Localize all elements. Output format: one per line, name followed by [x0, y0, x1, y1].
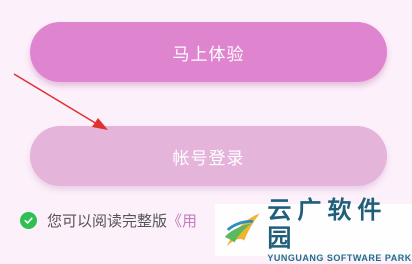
- watermark-logo-icon: [224, 213, 260, 247]
- agreement-text: 您可以阅读完整版: [47, 212, 168, 230]
- account-login-label: 帐号登录: [172, 148, 245, 169]
- watermark-english: YUNGUANG SOFTWARE PARK: [267, 253, 412, 263]
- check-circle-icon[interactable]: [20, 212, 37, 229]
- try-now-label: 马上体验: [172, 44, 245, 65]
- user-agreement-link[interactable]: 《用: [167, 210, 197, 231]
- try-now-button[interactable]: 马上体验: [30, 22, 387, 82]
- watermark: 云广软件园 YUNGUANG SOFTWARE PARK: [215, 196, 412, 263]
- agreement-row: 您可以阅读完整版 《用: [20, 210, 197, 231]
- watermark-chinese: 云广软件园: [267, 195, 388, 252]
- account-login-button[interactable]: 帐号登录: [30, 126, 387, 186]
